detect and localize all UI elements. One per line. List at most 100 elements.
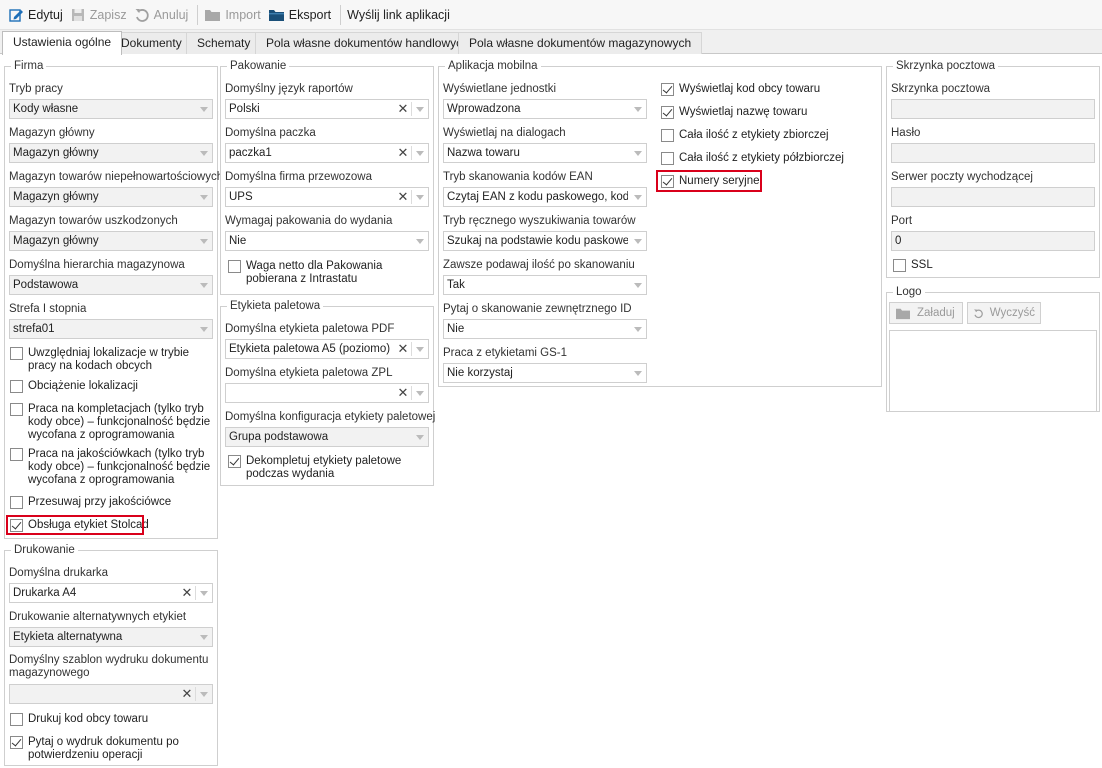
chevron-down-icon[interactable] <box>630 100 646 118</box>
alt-labels-select[interactable]: Etykieta alternatywna <box>9 627 213 647</box>
zpl-label-select[interactable]: ✕ <box>225 383 429 403</box>
external-id-select[interactable]: Nie <box>443 319 647 339</box>
chevron-down-icon[interactable] <box>412 144 428 162</box>
chevron-down-icon[interactable] <box>412 340 428 358</box>
chevron-down-icon[interactable] <box>630 320 646 338</box>
checkbox-box[interactable] <box>661 106 674 119</box>
hierarchy-select[interactable]: Podstawowa <box>9 275 213 295</box>
checkbox-box[interactable] <box>10 403 23 416</box>
ean-mode-select[interactable]: Czytaj EAN z kodu paskowego, kod... <box>443 187 647 207</box>
decompose-checkbox[interactable]: Dekompletuj etykiety paletowe podczas wy… <box>228 455 428 481</box>
chevron-down-icon[interactable] <box>630 232 646 250</box>
import-button[interactable]: Import <box>202 3 265 27</box>
checkbox-box[interactable] <box>661 129 674 142</box>
checkbox-box[interactable] <box>10 448 23 461</box>
main-warehouse-select[interactable]: Magazyn główny <box>9 143 213 163</box>
chevron-down-icon[interactable] <box>630 188 646 206</box>
checkbox-box[interactable] <box>228 455 241 468</box>
pdf-label-select[interactable]: Etykieta paletowa A5 (poziomo) ✕ <box>225 339 429 359</box>
picking-checkbox[interactable]: Praca na kompletacjach (tylko tryb kody … <box>10 403 215 442</box>
export-button[interactable]: Eksport <box>266 3 336 27</box>
send-link-button[interactable]: Wyślij link aplikacji <box>345 3 455 27</box>
password-input[interactable] <box>891 143 1095 163</box>
move-quality-checkbox[interactable]: Przesuwaj przy jakościówce <box>10 496 215 509</box>
clear-icon[interactable]: ✕ <box>395 144 411 162</box>
mailbox-input[interactable] <box>891 99 1095 119</box>
save-button[interactable]: Zapisz <box>68 3 132 27</box>
tab-custom-fields-sales[interactable]: Pola własne dokumentów handlowych <box>255 32 480 54</box>
ssl-checkbox[interactable]: SSL <box>893 259 993 272</box>
show-foreign-code-checkbox[interactable]: Wyświetlaj kod obcy towaru <box>661 83 876 96</box>
chevron-down-icon[interactable] <box>196 584 212 602</box>
units-select[interactable]: Wprowadzona <box>443 99 647 119</box>
require-packing-select[interactable]: Nie <box>225 231 429 251</box>
pallet-config-select[interactable]: Grupa podstawowa <box>225 427 429 447</box>
tab-schemas[interactable]: Schematy <box>186 32 262 54</box>
manual-search-select[interactable]: Szukaj na podstawie kodu paskowe... <box>443 231 647 251</box>
chevron-down-icon[interactable] <box>412 428 428 446</box>
chevron-down-icon[interactable] <box>196 320 212 338</box>
chevron-down-icon[interactable] <box>196 188 212 206</box>
report-language-select[interactable]: Polski ✕ <box>225 99 429 119</box>
zone-select[interactable]: strefa01 <box>9 319 213 339</box>
chevron-down-icon[interactable] <box>412 232 428 250</box>
chevron-down-icon[interactable] <box>196 628 212 646</box>
semi-bulk-label-checkbox[interactable]: Cała ilość z etykiety półzbiorczej <box>661 152 876 165</box>
printer-select[interactable]: Drukarka A4 ✕ <box>9 583 213 603</box>
work-mode-select[interactable]: Kody własne <box>9 99 213 119</box>
net-weight-checkbox[interactable]: Waga netto dla Pakowania pobierana z Int… <box>228 260 428 286</box>
port-input[interactable]: 0 <box>891 231 1095 251</box>
tab-documents[interactable]: Dokumenty <box>110 32 193 54</box>
chevron-down-icon[interactable] <box>630 276 646 294</box>
clear-icon[interactable]: ✕ <box>179 685 195 703</box>
chevron-down-icon[interactable] <box>196 232 212 250</box>
print-foreign-code-checkbox[interactable]: Drukuj kod obcy towaru <box>10 713 215 726</box>
cancel-button[interactable]: Anuluj <box>132 3 194 27</box>
chevron-down-icon[interactable] <box>630 364 646 382</box>
checkbox-box[interactable] <box>10 380 23 393</box>
edit-button[interactable]: Edytuj <box>6 3 68 27</box>
checkbox-box[interactable] <box>661 83 674 96</box>
quality-checkbox[interactable]: Praca na jakościówkach (tylko tryb kody … <box>10 448 215 487</box>
clear-icon[interactable]: ✕ <box>395 340 411 358</box>
gs1-select[interactable]: Nie korzystaj <box>443 363 647 383</box>
chevron-down-icon[interactable] <box>196 685 212 703</box>
ask-print-checkbox[interactable]: Pytaj o wydruk dokumentu po potwierdzeni… <box>10 736 215 762</box>
package-select[interactable]: paczka1 ✕ <box>225 143 429 163</box>
checkbox-box[interactable] <box>893 259 906 272</box>
template-select[interactable]: ✕ <box>9 684 213 704</box>
bulk-label-checkbox[interactable]: Cała ilość z etykiety zbiorczej <box>661 129 876 142</box>
chevron-down-icon[interactable] <box>412 384 428 402</box>
logo-group-title: Logo <box>893 285 925 299</box>
clear-icon[interactable]: ✕ <box>179 584 195 602</box>
chevron-down-icon[interactable] <box>412 188 428 206</box>
location-load-checkbox[interactable]: Obciążenie lokalizacji <box>10 380 215 393</box>
checkbox-box[interactable] <box>228 260 241 273</box>
clear-logo-button[interactable]: Wyczyść <box>967 302 1041 324</box>
checkbox-box[interactable] <box>10 347 23 360</box>
chevron-down-icon[interactable] <box>196 144 212 162</box>
substandard-warehouse-select[interactable]: Magazyn główny <box>9 187 213 207</box>
dialogs-select[interactable]: Nazwa towaru <box>443 143 647 163</box>
checkbox-box[interactable] <box>661 152 674 165</box>
tab-custom-fields-warehouse[interactable]: Pola własne dokumentów magazynowych <box>458 32 703 54</box>
manual-search-label: Tryb ręcznego wyszukiwania towarów <box>443 215 636 227</box>
chevron-down-icon[interactable] <box>630 144 646 162</box>
checkbox-box[interactable] <box>10 496 23 509</box>
damaged-warehouse-select[interactable]: Magazyn główny <box>9 231 213 251</box>
show-name-checkbox[interactable]: Wyświetlaj nazwę towaru <box>661 106 876 119</box>
load-logo-button[interactable]: Załaduj <box>889 302 963 324</box>
locations-checkbox[interactable]: Uwzględniaj lokalizacje w trybie pracy n… <box>10 347 215 373</box>
clear-icon[interactable]: ✕ <box>395 384 411 402</box>
carrier-select[interactable]: UPS ✕ <box>225 187 429 207</box>
chevron-down-icon[interactable] <box>196 276 212 294</box>
checkbox-box[interactable] <box>10 713 23 726</box>
chevron-down-icon[interactable] <box>196 100 212 118</box>
smtp-input[interactable] <box>891 187 1095 207</box>
checkbox-box[interactable] <box>10 736 23 749</box>
clear-icon[interactable]: ✕ <box>395 188 411 206</box>
tab-general-settings[interactable]: Ustawienia ogólne <box>2 31 123 55</box>
chevron-down-icon[interactable] <box>412 100 428 118</box>
quantity-select[interactable]: Tak <box>443 275 647 295</box>
clear-icon[interactable]: ✕ <box>395 100 411 118</box>
